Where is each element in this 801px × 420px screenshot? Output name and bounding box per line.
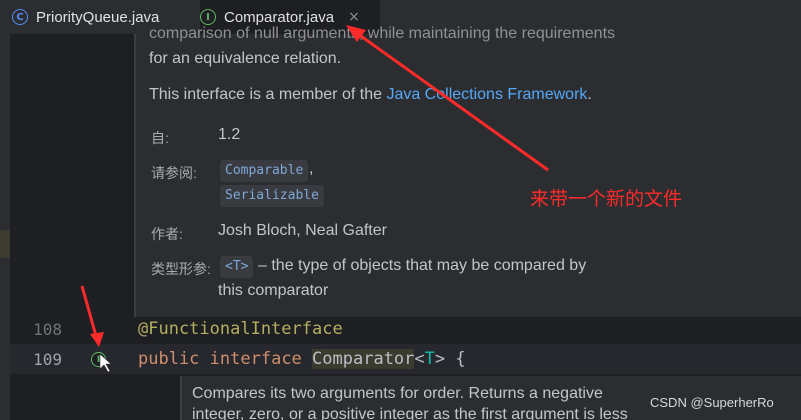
annotation-arrow-line-2 [80,285,98,337]
mouse-cursor-icon [99,353,112,373]
annotation-text: 来带一个新的文件 [530,188,683,210]
watermark: CSDN @SuperherRo [650,395,774,410]
annotation-arrow-line [357,32,549,172]
annotation-arrow-head-2 [90,332,104,347]
annotation-arrow-head [346,25,366,42]
